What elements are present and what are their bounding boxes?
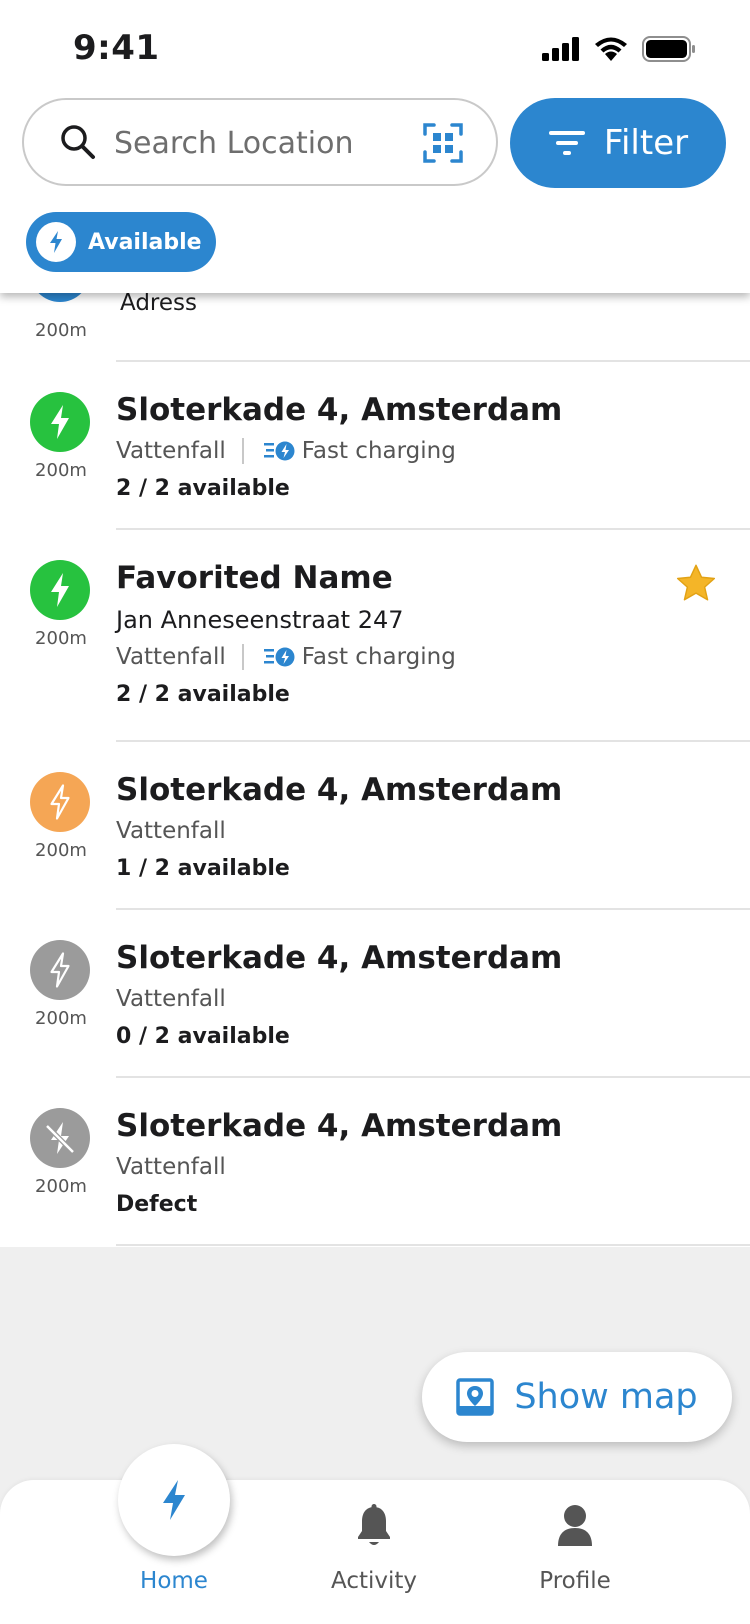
station-address: Adress bbox=[120, 290, 197, 316]
nav-home-button[interactable] bbox=[118, 1444, 230, 1556]
station-operator-line: Vattenfall Fast charging bbox=[116, 438, 456, 464]
station-distance: 200m bbox=[35, 1176, 87, 1197]
separator bbox=[241, 438, 244, 464]
availability: 1 / 2 available bbox=[116, 856, 290, 881]
station-distance: 200m bbox=[35, 628, 87, 649]
chip-available[interactable]: Available bbox=[26, 212, 216, 272]
separator bbox=[241, 644, 244, 670]
row-divider bbox=[116, 1076, 750, 1078]
filter-button[interactable]: Filter bbox=[510, 98, 726, 188]
qr-scan-icon[interactable] bbox=[422, 122, 464, 164]
station-operator-line: Vattenfall bbox=[116, 1154, 226, 1180]
station-address: Jan Anneseenstraat 247 bbox=[116, 606, 404, 634]
bolt-icon bbox=[163, 1480, 185, 1520]
row-divider bbox=[116, 908, 750, 910]
row-divider bbox=[116, 528, 750, 530]
bell-icon[interactable] bbox=[353, 1504, 395, 1548]
station-title: Sloterkade 4, Amsterdam bbox=[116, 772, 563, 808]
station-operator-line: Vattenfall bbox=[116, 986, 226, 1012]
availability: Defect bbox=[116, 1192, 198, 1217]
pin-defect-icon bbox=[30, 1108, 90, 1168]
home-screen: 200m Adress 200m Sloterkade 4, Amsterdam… bbox=[0, 0, 750, 1624]
wifi-icon bbox=[595, 37, 627, 61]
fast-charging-label: Fast charging bbox=[301, 438, 456, 464]
station-distance: 200m bbox=[35, 840, 87, 861]
station-operator: Vattenfall bbox=[116, 818, 226, 844]
station-operator: Vattenfall bbox=[116, 1154, 226, 1180]
signal-icon bbox=[542, 37, 579, 61]
status-icons bbox=[542, 36, 696, 62]
station-distance: 200m bbox=[35, 320, 87, 341]
station-title: Sloterkade 4, Amsterdam bbox=[116, 1108, 563, 1144]
status-bar: 9:41 bbox=[0, 0, 750, 90]
row-divider bbox=[116, 360, 750, 362]
search-input[interactable] bbox=[112, 118, 416, 168]
availability: 2 / 2 available bbox=[116, 682, 290, 707]
station-distance: 200m bbox=[35, 1008, 87, 1029]
bottom-navigation: Home Activity Profile bbox=[0, 1444, 750, 1624]
nav-profile-label[interactable]: Profile bbox=[495, 1568, 655, 1594]
station-operator: Vattenfall bbox=[116, 986, 226, 1012]
availability: 2 / 2 available bbox=[116, 476, 290, 501]
show-map-label: Show map bbox=[514, 1377, 698, 1417]
station-distance: 200m bbox=[35, 460, 87, 481]
station-operator: Vattenfall bbox=[116, 438, 226, 464]
station-title: Favorited Name bbox=[116, 560, 393, 596]
station-title: Sloterkade 4, Amsterdam bbox=[116, 392, 563, 428]
fast-charging-label: Fast charging bbox=[301, 644, 456, 670]
map-icon bbox=[456, 1378, 495, 1416]
availability: 0 / 2 available bbox=[116, 1024, 290, 1049]
search-icon bbox=[61, 125, 95, 159]
bolt-icon bbox=[36, 222, 76, 262]
chip-label: Available bbox=[88, 229, 202, 255]
status-time: 9:41 bbox=[73, 28, 160, 68]
nav-home-label[interactable]: Home bbox=[94, 1568, 254, 1594]
filter-label: Filter bbox=[603, 123, 689, 163]
show-map-button[interactable]: Show map bbox=[422, 1352, 732, 1442]
search-bar[interactable] bbox=[22, 98, 498, 186]
row-divider bbox=[116, 1244, 750, 1246]
pin-available-icon bbox=[30, 560, 90, 620]
pin-partial-icon bbox=[30, 772, 90, 832]
person-icon[interactable] bbox=[556, 1504, 594, 1548]
station-operator: Vattenfall bbox=[116, 644, 226, 670]
battery-icon bbox=[642, 36, 695, 62]
favorite-star-icon[interactable] bbox=[674, 562, 718, 606]
station-title: Sloterkade 4, Amsterdam bbox=[116, 940, 563, 976]
fast-charging-icon bbox=[263, 441, 295, 461]
station-operator-line: Vattenfall Fast charging bbox=[116, 644, 456, 670]
pin-occupied-icon bbox=[30, 940, 90, 1000]
fast-charging-icon bbox=[263, 647, 295, 667]
nav-activity-label[interactable]: Activity bbox=[294, 1568, 454, 1594]
pin-available-icon bbox=[30, 392, 90, 452]
station-operator-line: Vattenfall bbox=[116, 818, 226, 844]
row-divider bbox=[116, 740, 750, 742]
filter-icon bbox=[548, 131, 585, 155]
